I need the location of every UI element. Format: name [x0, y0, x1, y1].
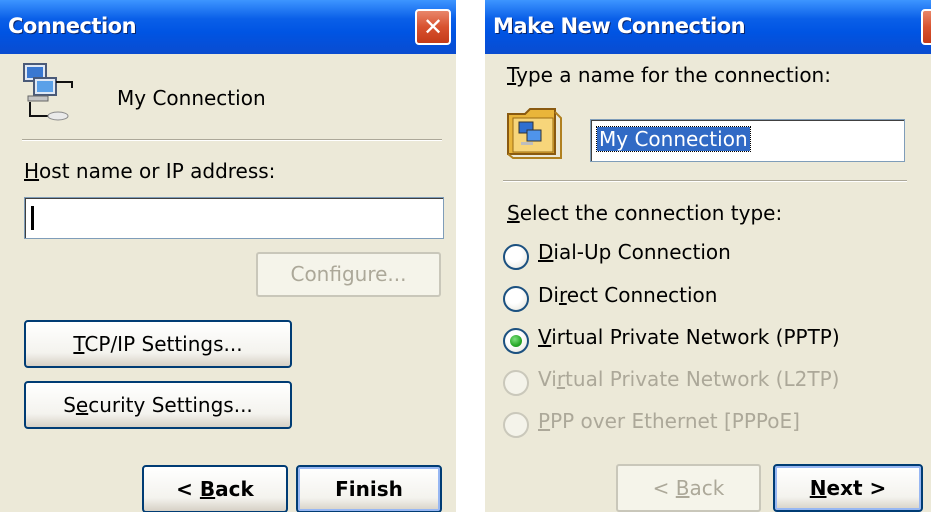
connection-name-value: My Connection	[596, 126, 751, 152]
tcpip-settings-button[interactable]: TCP/IP Settings...	[24, 320, 292, 368]
type-prompt: Select the connection type:	[507, 201, 783, 225]
host-label: Host name or IP address:	[24, 159, 276, 183]
close-button[interactable]: ✕	[415, 9, 451, 45]
next-button[interactable]: Next >	[773, 464, 923, 512]
radio-vpn-l2tp[interactable]	[503, 370, 529, 396]
close-button[interactable]: ✕	[921, 9, 931, 45]
host-input[interactable]	[24, 197, 444, 239]
back-button[interactable]: < Back	[616, 464, 761, 512]
radio-direct[interactable]	[503, 286, 529, 312]
radio-dialup[interactable]	[503, 244, 529, 270]
back-button[interactable]: < Back	[142, 465, 288, 513]
close-icon: ✕	[422, 13, 444, 41]
finish-button[interactable]: Finish	[296, 465, 442, 513]
separator	[22, 139, 442, 141]
network-computers-icon	[23, 63, 73, 121]
title-bar[interactable]: Connection ✕	[0, 0, 456, 54]
option-dialup-label[interactable]: Dial-Up Connection	[538, 240, 731, 264]
window-title: Connection	[8, 14, 137, 38]
radio-pppoe[interactable]	[503, 412, 529, 438]
connection-window: Connection ✕ My Connection Host name or …	[0, 0, 456, 519]
option-vpn-l2tp-label[interactable]: Virtual Private Network (L2TP)	[538, 367, 839, 391]
connection-name: My Connection	[117, 86, 266, 110]
name-prompt: Type a name for the connection:	[507, 63, 831, 87]
make-new-connection-window: Make New Connection ✕ Type a name for th…	[485, 0, 931, 519]
option-pppoe-label[interactable]: PPP over Ethernet [PPPoE]	[538, 409, 800, 433]
radio-vpn-pptp[interactable]	[503, 328, 529, 354]
security-settings-button[interactable]: Security Settings...	[24, 381, 292, 429]
separator	[503, 180, 907, 182]
title-bar[interactable]: Make New Connection ✕	[485, 0, 931, 54]
text-caret	[31, 206, 34, 230]
option-vpn-pptp-label[interactable]: Virtual Private Network (PPTP)	[538, 325, 840, 349]
window-title: Make New Connection	[493, 14, 746, 38]
close-icon: ✕	[923, 12, 931, 42]
connection-folder-icon	[507, 108, 562, 159]
option-direct-label[interactable]: Direct Connection	[538, 283, 717, 307]
window-bottom-edge	[0, 512, 456, 519]
connection-name-input[interactable]: My Connection	[590, 119, 905, 162]
window-bottom-edge	[485, 512, 931, 519]
configure-button[interactable]: Configure...	[256, 252, 441, 297]
